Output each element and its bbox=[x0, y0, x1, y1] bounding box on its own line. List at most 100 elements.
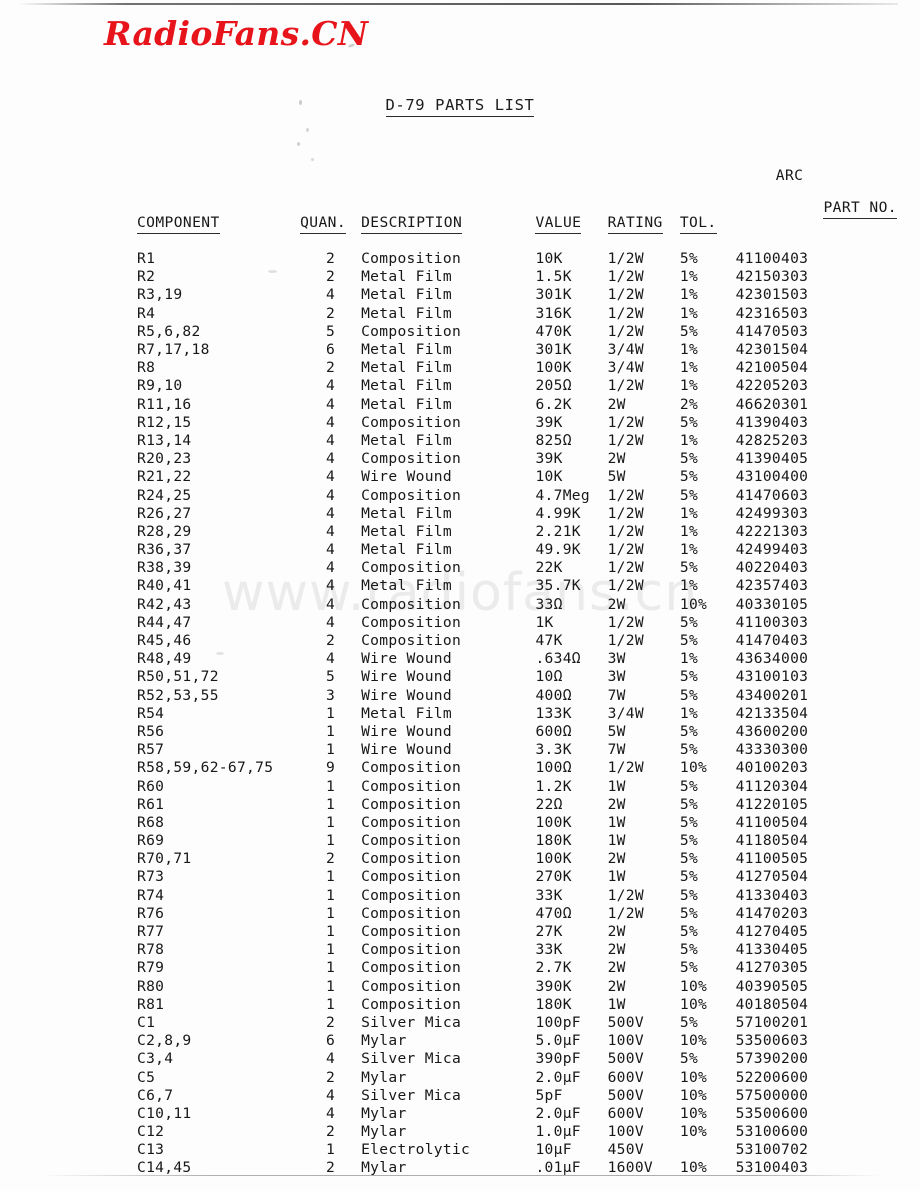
cell-rating: 3W bbox=[607, 668, 626, 686]
cell-part-no: 42205203 bbox=[735, 377, 809, 395]
cell-rating: 1/2W bbox=[607, 377, 644, 395]
parts-table-head: COMPONENT QUAN. DESCRIPTION VALUE RATING… bbox=[137, 140, 897, 252]
cell-value: 205Ω bbox=[535, 377, 572, 395]
parts-table: COMPONENT QUAN. DESCRIPTION VALUE RATING… bbox=[137, 140, 897, 1180]
cell-part-no: 40100203 bbox=[735, 759, 809, 777]
cell-value: 10Ω bbox=[535, 668, 563, 686]
cell-quan: 2 bbox=[326, 1068, 336, 1086]
cell-rating: 1/2W bbox=[607, 759, 644, 777]
cell-value: 10K bbox=[535, 468, 563, 486]
cell-value: 270K bbox=[535, 868, 572, 886]
cell-part-no: 41270504 bbox=[735, 868, 809, 886]
cell-rating: 600V bbox=[607, 1068, 644, 1086]
cell-quan: 4 bbox=[326, 486, 336, 504]
cell-rating: 1/2W bbox=[607, 577, 644, 595]
cell-component: R81 bbox=[137, 995, 165, 1013]
cell-part-no: 57390200 bbox=[735, 1050, 809, 1068]
cell-part-no: 52200600 bbox=[735, 1068, 809, 1086]
cell-part-no: 43100400 bbox=[735, 468, 809, 486]
cell-component: R7,17,18 bbox=[137, 341, 210, 358]
cell-rating: 1/2W bbox=[607, 486, 644, 504]
cell-tol: 10% bbox=[679, 1159, 708, 1177]
cell-description: Wire Wound bbox=[361, 668, 452, 686]
cell-tol: 1% bbox=[679, 286, 699, 304]
cell-description: Composition bbox=[361, 759, 462, 777]
table-row: C14,45 2 Mylar .01µF 1600V 10% 53100403 bbox=[137, 1161, 897, 1179]
cell-quan: 4 bbox=[326, 468, 336, 486]
table-row: R9,10 4 Metal Film 205Ω 1/2W 1% 42205203 bbox=[137, 377, 897, 397]
cell-quan: 2 bbox=[326, 1159, 336, 1177]
cell-rating: 5W bbox=[607, 468, 626, 486]
cell-part-no: 41270305 bbox=[735, 959, 809, 977]
cell-component: R24,25 bbox=[137, 486, 192, 504]
cell-quan: 4 bbox=[326, 286, 336, 304]
cell-description: Composition bbox=[361, 868, 462, 886]
cell-tol: 10% bbox=[679, 759, 708, 777]
cell-tol: 5% bbox=[679, 868, 699, 886]
cell-component: R40,41 bbox=[137, 577, 192, 595]
cell-component: R21,22 bbox=[137, 468, 192, 486]
cell-component: C3,4 bbox=[137, 1050, 174, 1068]
parts-table-body: R1 2 Composition 10K 1/2W 5% 41100403 R2 2 Metal … bbox=[137, 251, 897, 1180]
cell-value: 100Ω bbox=[535, 759, 572, 777]
cell-tol: 5% bbox=[679, 959, 699, 977]
header-quan: QUAN. bbox=[300, 140, 361, 236]
cell-quan: 1 bbox=[326, 959, 336, 977]
header-part-no-prefix: ARC bbox=[775, 167, 804, 185]
cell-value: 2.0µF bbox=[535, 1068, 581, 1086]
cell-description: Metal Film bbox=[361, 577, 452, 595]
cell-component: C14,45 bbox=[137, 1159, 192, 1177]
table-row: R3,19 4 Metal Film 301K 1/2W 1% 42301503 bbox=[137, 288, 897, 306]
cell-quan: 5 bbox=[326, 668, 336, 686]
cell-description: Silver Mica bbox=[361, 1050, 462, 1068]
header-tol: TOL. bbox=[679, 140, 736, 236]
cell-quan: 4 bbox=[326, 1050, 336, 1068]
table-row: C5 2 Mylar 2.0µF 600V 10% 52200600 bbox=[137, 1068, 897, 1089]
cell-component: R79 bbox=[137, 959, 165, 977]
cell-description: Wire Wound bbox=[361, 468, 452, 486]
cell-rating: 500V bbox=[607, 1050, 644, 1068]
cell-part-no: 43100103 bbox=[735, 668, 809, 686]
cell-description: Composition bbox=[361, 959, 462, 977]
cell-component: R3,19 bbox=[137, 286, 183, 304]
cell-value: 2.7K bbox=[535, 959, 572, 977]
cell-quan: 1 bbox=[326, 868, 336, 886]
table-row: R79 1 Composition 2.7K 2W 5% 41270305 bbox=[137, 959, 897, 979]
cell-tol: 5% bbox=[679, 486, 699, 504]
cell-description: Composition bbox=[361, 486, 462, 504]
cell-tol: 5% bbox=[679, 777, 699, 795]
cell-part-no: 42357403 bbox=[735, 577, 809, 595]
brand-watermark: RadioFans.CN bbox=[104, 14, 369, 53]
cell-quan: 9 bbox=[326, 759, 336, 777]
cell-tol: 5% bbox=[679, 468, 699, 486]
cell-component: C5 bbox=[137, 1068, 156, 1086]
cell-value: 1.2K bbox=[535, 777, 572, 795]
cell-part-no: 53100403 bbox=[735, 1159, 809, 1177]
cell-quan: 4 bbox=[326, 577, 336, 595]
cell-rating: 1600V bbox=[607, 1159, 654, 1177]
table-row: C3,4 4 Silver Mica 390pF 500V 5% 57390200 bbox=[137, 1050, 897, 1070]
cell-component: R9,10 bbox=[137, 377, 183, 395]
header-value: VALUE bbox=[535, 140, 607, 236]
header-rating: RATING bbox=[607, 140, 680, 236]
cell-quan: 1 bbox=[326, 777, 336, 795]
cell-rating: 1W bbox=[607, 777, 626, 795]
table-row: R24,25 4 Composition 4.7Meg 1/2W 5% 41470603 bbox=[137, 486, 897, 507]
table-row: R50,51,72 5 Wire Wound 10Ω 3W 5% 43100103 bbox=[137, 668, 897, 688]
cell-component: R50,51,72 bbox=[137, 668, 219, 686]
cell-description: Metal Film bbox=[361, 377, 452, 395]
cell-tol: 10% bbox=[679, 1123, 708, 1141]
cell-value: 4.7Meg bbox=[535, 486, 590, 504]
header-description: DESCRIPTION bbox=[361, 140, 535, 236]
cell-value: 35.7K bbox=[535, 577, 581, 595]
parts-list-page: RadioFans.CN www.radiofans.cn D-79 PARTS… bbox=[0, 0, 920, 1191]
cell-part-no: 41120304 bbox=[735, 777, 809, 795]
scan-edge-top bbox=[18, 3, 898, 5]
cell-description: Mylar bbox=[361, 1159, 407, 1177]
table-row: R60 1 Composition 1.2K 1W 5% 41120304 bbox=[137, 777, 897, 798]
cell-value: 301K bbox=[535, 286, 572, 304]
cell-tol: 5% bbox=[679, 668, 699, 686]
cell-tol: 1% bbox=[679, 577, 699, 595]
cell-value: .01µF bbox=[535, 1159, 581, 1177]
cell-component: R60 bbox=[137, 777, 165, 795]
